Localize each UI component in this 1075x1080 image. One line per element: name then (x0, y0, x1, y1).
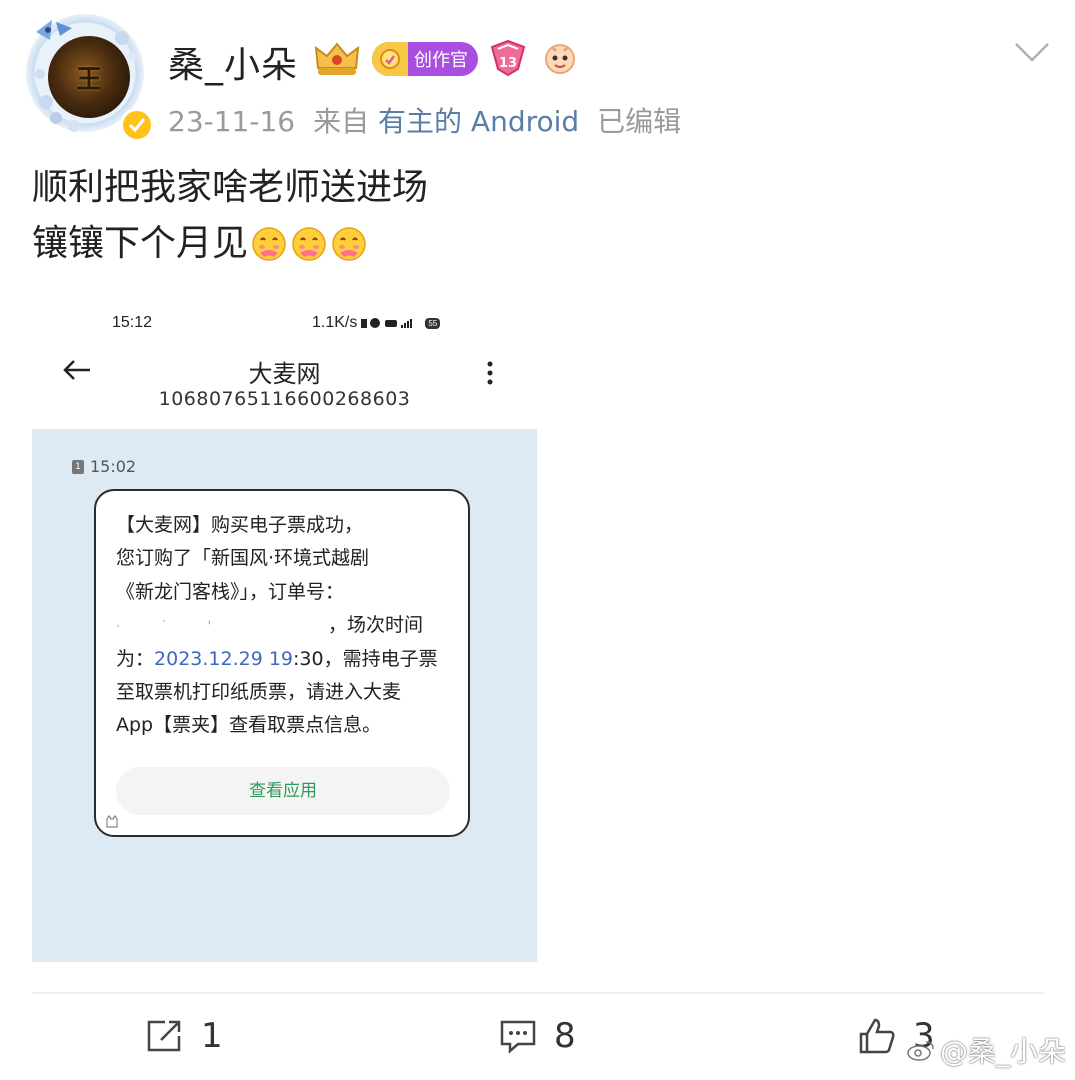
level-badge-number: 13 (499, 56, 517, 71)
creator-badge-label: 创作官 (414, 50, 468, 71)
message-line-segment: :30，需持电子票 (293, 647, 438, 670)
thumbs-up-icon (859, 1018, 895, 1054)
post-body: 顺利把我家啥老师送进场 镶镶下个月见 (32, 160, 428, 272)
author-username[interactable]: 桑_小朵 (168, 36, 298, 88)
cat-icon (106, 814, 118, 828)
signal-icon (361, 318, 413, 328)
status-time: 15:12 (112, 314, 153, 331)
avatar-glyph: 王 (75, 64, 102, 95)
message-line-segment: 为： (116, 647, 155, 670)
date-link[interactable]: 2023.12.29 19 (154, 648, 293, 670)
author-avatar[interactable]: 王 (26, 14, 154, 142)
message-thread: 1 15:02 【大麦网】购买电子票成功， 您订购了「新国风·环境式越剧 《新龙… (32, 429, 537, 962)
weibo-logo-icon (907, 1041, 934, 1061)
more-options-icon[interactable] (486, 360, 494, 386)
crown-badge-icon[interactable] (312, 38, 362, 80)
message-timestamp: 1 15:02 (72, 457, 136, 476)
view-app-button[interactable]: 查看应用 (116, 767, 450, 815)
hug-emoji-icon (252, 227, 286, 261)
verified-badge-icon (120, 108, 154, 142)
message-bubble[interactable]: 【大麦网】购买电子票成功， 您订购了「新国风·环境式越剧 《新龙门客栈》」，订单… (94, 489, 470, 837)
message-line: 为：2023.12.29 19:30，需持电子票 (116, 643, 456, 676)
status-icons: 1.1K/s 55 (312, 314, 441, 332)
hug-emoji-icon (292, 227, 326, 261)
watermark-text: @桑_小朵 (940, 1035, 1067, 1068)
message-line: 《新龙门客栈》」，订单号： (116, 580, 345, 603)
post-text-line: 镶镶下个月见 (32, 216, 428, 272)
post-source-link[interactable]: 有主的 Android (378, 105, 579, 138)
divider (32, 992, 1044, 994)
mascot-badge-icon[interactable] (540, 39, 580, 79)
sim-slot-icon: 1 (72, 459, 84, 474)
emoji-row (250, 225, 368, 263)
sender-number: 10680765116600268603 (158, 388, 411, 410)
repost-count: 1 (201, 1016, 223, 1056)
sender-name: 大麦网 (248, 360, 321, 388)
post-meta: 23-11-16 来自 有主的 Android 已编辑 (168, 100, 681, 140)
message-line: 【大麦网】购买电子票成功， (116, 514, 364, 536)
battery-icon: 55 (425, 317, 441, 329)
phone-status-bar: 15:12 1.1K/s 55 (112, 314, 512, 336)
creator-badge-icon (372, 42, 408, 76)
message-line: ·˙' ，场次时间 (116, 609, 456, 642)
repost-icon (147, 1020, 181, 1052)
chevron-down-icon[interactable] (1012, 40, 1052, 64)
hug-emoji-icon (332, 227, 366, 261)
author-badges: 创作官 13 (312, 38, 580, 80)
post-date: 23-11-16 (168, 105, 296, 138)
repost-button[interactable]: 1 (145, 1016, 223, 1056)
message-time: 15:02 (90, 457, 137, 476)
post-image[interactable]: 15:12 1.1K/s 55 大麦网 10680765116600268603… (32, 298, 537, 962)
avatar-image: 王 (48, 36, 130, 118)
redacted-order-number: ·˙' (116, 619, 252, 636)
post-text-segment: 镶镶下个月见 (32, 223, 249, 264)
network-speed: 1.1K/s (312, 314, 358, 331)
comment-count: 8 (554, 1016, 576, 1056)
message-line: 您订购了「新国风·环境式越剧 (116, 547, 370, 570)
message-line: 至取票机打印纸质票，请进入大麦 (116, 680, 402, 703)
post-edited-label[interactable]: 已编辑 (597, 105, 681, 138)
post-text-line: 顺利把我家啥老师送进场 (32, 167, 429, 208)
comment-icon (500, 1020, 536, 1054)
weibo-watermark: @桑_小朵 (906, 1030, 1066, 1070)
level-badge-icon[interactable]: 13 (488, 39, 530, 79)
message-line-segment: ，场次时间 (328, 614, 424, 637)
message-line: App【票夹】查看取票点信息。 (116, 714, 382, 737)
post-from-label: 来自 (313, 105, 370, 138)
comment-button[interactable]: 8 (498, 1016, 576, 1056)
message-body: 【大麦网】购买电子票成功， 您订购了「新国风·环境式越剧 《新龙门客栈》」，订单… (116, 509, 456, 743)
creator-badge[interactable]: 创作官 (372, 42, 478, 76)
